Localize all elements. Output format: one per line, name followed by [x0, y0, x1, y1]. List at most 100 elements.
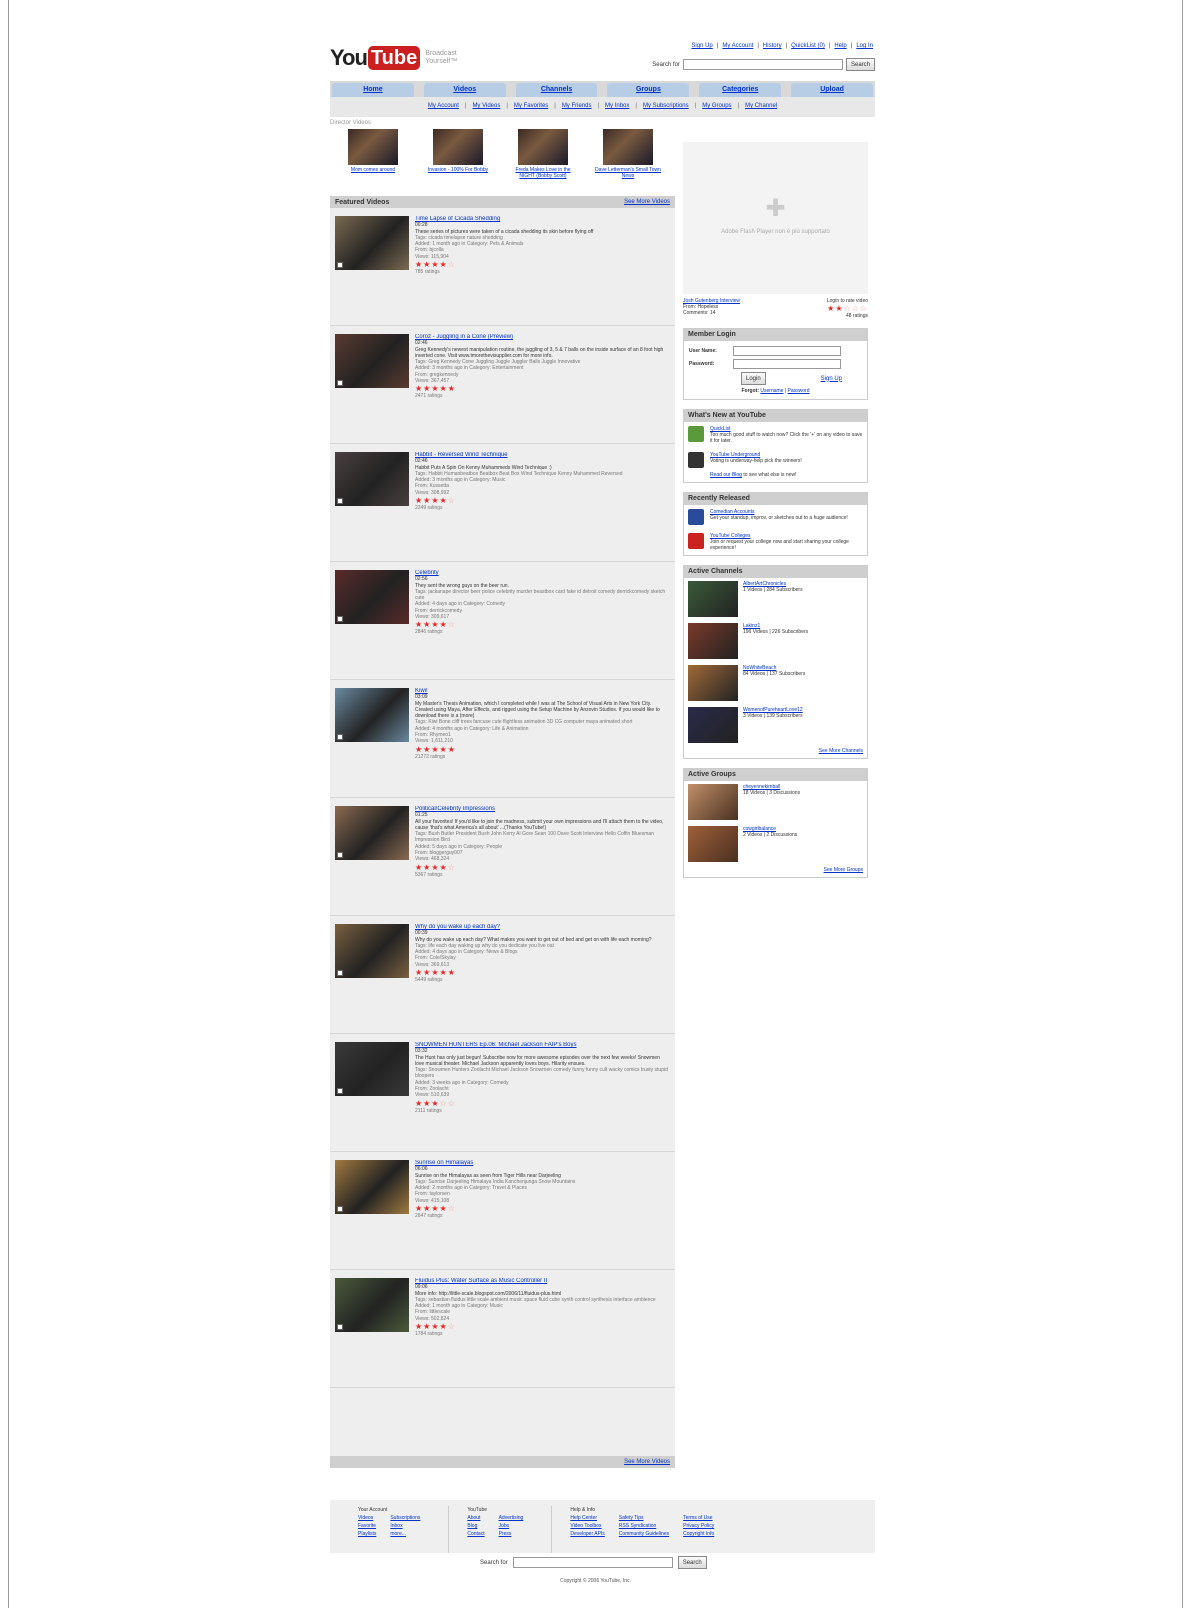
top-link[interactable]: Sign Up	[691, 43, 712, 49]
nav-subtab[interactable]: My Videos	[472, 103, 500, 109]
forgot-password-link[interactable]: Password	[788, 388, 810, 394]
quicklist-add-icon[interactable]	[337, 734, 343, 740]
footer-link[interactable]: Subscriptions	[390, 1514, 420, 1522]
footer-link[interactable]: Help Center	[570, 1514, 604, 1522]
top-link[interactable]: My Account	[722, 43, 753, 49]
forgot-username-link[interactable]: Username	[760, 388, 783, 394]
quicklist-add-icon[interactable]	[337, 1088, 343, 1094]
nav-subtab[interactable]: My Inbox	[605, 103, 629, 109]
footer-link[interactable]: Developer APIs	[570, 1530, 604, 1538]
director-video[interactable]: Freda Makes Love in the NIGHT (Bobby Sco…	[508, 129, 578, 179]
director-video-title[interactable]: Dave Letterman's Small Town News	[593, 167, 663, 179]
video-thumbnail[interactable]	[335, 334, 409, 388]
group-thumbnail[interactable]	[688, 784, 738, 820]
player-rating-stars[interactable]: ★★☆☆☆	[827, 304, 868, 313]
nav-tab[interactable]: Home	[332, 83, 414, 97]
top-link[interactable]: History	[763, 43, 782, 49]
footer-link[interactable]: Copyright Info	[683, 1530, 714, 1538]
channel-thumbnail[interactable]	[688, 623, 738, 659]
director-video[interactable]: Mom comes around	[338, 129, 408, 179]
flash-player[interactable]: ✚ Adobe Flash Player non è più supportat…	[683, 142, 868, 294]
video-thumbnail[interactable]	[335, 806, 409, 860]
director-thumbnail[interactable]	[348, 129, 398, 165]
footer-link[interactable]: Advertising	[499, 1514, 524, 1522]
video-thumbnail[interactable]	[335, 688, 409, 742]
nav-tab[interactable]: Channels	[515, 83, 598, 97]
nav-tab[interactable]: Videos	[423, 83, 506, 97]
nav-tab[interactable]: Categories	[699, 83, 782, 97]
director-video-title[interactable]: Invasion - 100% For Bobby	[423, 167, 493, 173]
video-thumbnail[interactable]	[335, 452, 409, 506]
quicklist-add-icon[interactable]	[337, 498, 343, 504]
see-more-groups-link[interactable]: See More Groups	[824, 867, 863, 873]
quicklist-add-icon[interactable]	[337, 1324, 343, 1330]
footer-link[interactable]: Inbox	[390, 1522, 420, 1530]
password-input[interactable]	[733, 359, 841, 369]
video-thumbnail[interactable]	[335, 1042, 409, 1096]
nav-subtab[interactable]: My Subscriptions	[643, 103, 689, 109]
top-link[interactable]: Help	[834, 43, 846, 49]
nav-tab[interactable]: Upload	[791, 83, 873, 97]
channel-thumbnail[interactable]	[688, 707, 738, 743]
director-video-title[interactable]: Mom comes around	[338, 167, 408, 173]
director-video[interactable]: Invasion - 100% For Bobby	[423, 129, 493, 179]
video-thumbnail[interactable]	[335, 1278, 409, 1332]
footer-link[interactable]: Jobs	[499, 1522, 524, 1530]
footer-link[interactable]: Press	[499, 1530, 524, 1538]
footer-link[interactable]: Terms of Use	[683, 1514, 714, 1522]
see-more-videos-link[interactable]: See More Videos	[624, 199, 670, 205]
quicklist-add-icon[interactable]	[337, 852, 343, 858]
footer-link[interactable]: Playlists	[358, 1530, 376, 1538]
nav-subtab[interactable]: My Friends	[562, 103, 592, 109]
video-thumbnail[interactable]	[335, 1160, 409, 1214]
see-more-channels-link[interactable]: See More Channels	[819, 748, 863, 754]
top-link[interactable]: QuickList (0)	[791, 43, 825, 49]
footer-link[interactable]: RSS Syndication	[619, 1522, 669, 1530]
footer-link[interactable]: Community Guidelines	[619, 1530, 669, 1538]
channel-thumbnail[interactable]	[688, 581, 738, 617]
channel-thumbnail[interactable]	[688, 665, 738, 701]
director-thumbnail[interactable]	[518, 129, 568, 165]
director-video-title[interactable]: Freda Makes Love in the NIGHT (Bobby Sco…	[508, 167, 578, 179]
footer-link[interactable]: Favorite	[358, 1522, 376, 1530]
group-thumbnail[interactable]	[688, 826, 738, 862]
featured-list: Time Lapse of Cicada Shedding 00:28 These …	[330, 208, 675, 1388]
footer-link[interactable]: Privacy Policy	[683, 1522, 714, 1530]
nav-subtab[interactable]: My Groups	[702, 103, 731, 109]
search-button[interactable]: Search	[845, 58, 875, 71]
nav-tab[interactable]: Groups	[607, 83, 690, 97]
video-thumbnail[interactable]	[335, 216, 409, 270]
quicklist-add-icon[interactable]	[337, 970, 343, 976]
footer-link[interactable]: Video Toolbox	[570, 1522, 604, 1530]
nav-subtab[interactable]: My Favorites	[514, 103, 548, 109]
footer-link[interactable]: Contact	[467, 1530, 484, 1538]
login-button[interactable]: Login	[741, 372, 766, 385]
quicklist-add-icon[interactable]	[337, 616, 343, 622]
footer-search-input[interactable]	[512, 1557, 673, 1568]
nav-subtab[interactable]: My Channel	[745, 103, 777, 109]
quicklist-add-icon[interactable]	[337, 262, 343, 268]
video-thumbnail[interactable]	[335, 924, 409, 978]
footer-link[interactable]: more...	[390, 1530, 420, 1538]
footer-link[interactable]: Safety Tips	[619, 1514, 669, 1522]
director-video[interactable]: Dave Letterman's Small Town News	[593, 129, 663, 179]
quicklist-add-icon[interactable]	[337, 1206, 343, 1212]
footer-search-button[interactable]: Search	[677, 1556, 707, 1569]
video-thumbnail[interactable]	[335, 570, 409, 624]
youtube-logo[interactable]: You Tube Broadcast Yourself™	[330, 44, 465, 72]
footer-link[interactable]: Blog	[467, 1522, 484, 1530]
signup-link[interactable]: Sign Up	[821, 376, 842, 382]
see-more-videos-bottom-link[interactable]: See More Videos	[624, 1459, 670, 1465]
footer-link[interactable]: About	[467, 1514, 484, 1522]
footer-link[interactable]: Videos	[358, 1514, 376, 1522]
director-thumbnail[interactable]	[433, 129, 483, 165]
video-ratings: 785 ratings	[415, 269, 440, 276]
active-groups-title: Active Groups	[684, 769, 867, 781]
quicklist-add-icon[interactable]	[337, 380, 343, 386]
username-input[interactable]	[733, 346, 841, 356]
top-link[interactable]: Log In	[856, 43, 873, 49]
director-thumbnail[interactable]	[603, 129, 653, 165]
nav-subtab[interactable]: My Account	[428, 103, 459, 109]
blog-link[interactable]: Read our Blog	[710, 472, 742, 478]
search-input[interactable]	[682, 59, 843, 70]
